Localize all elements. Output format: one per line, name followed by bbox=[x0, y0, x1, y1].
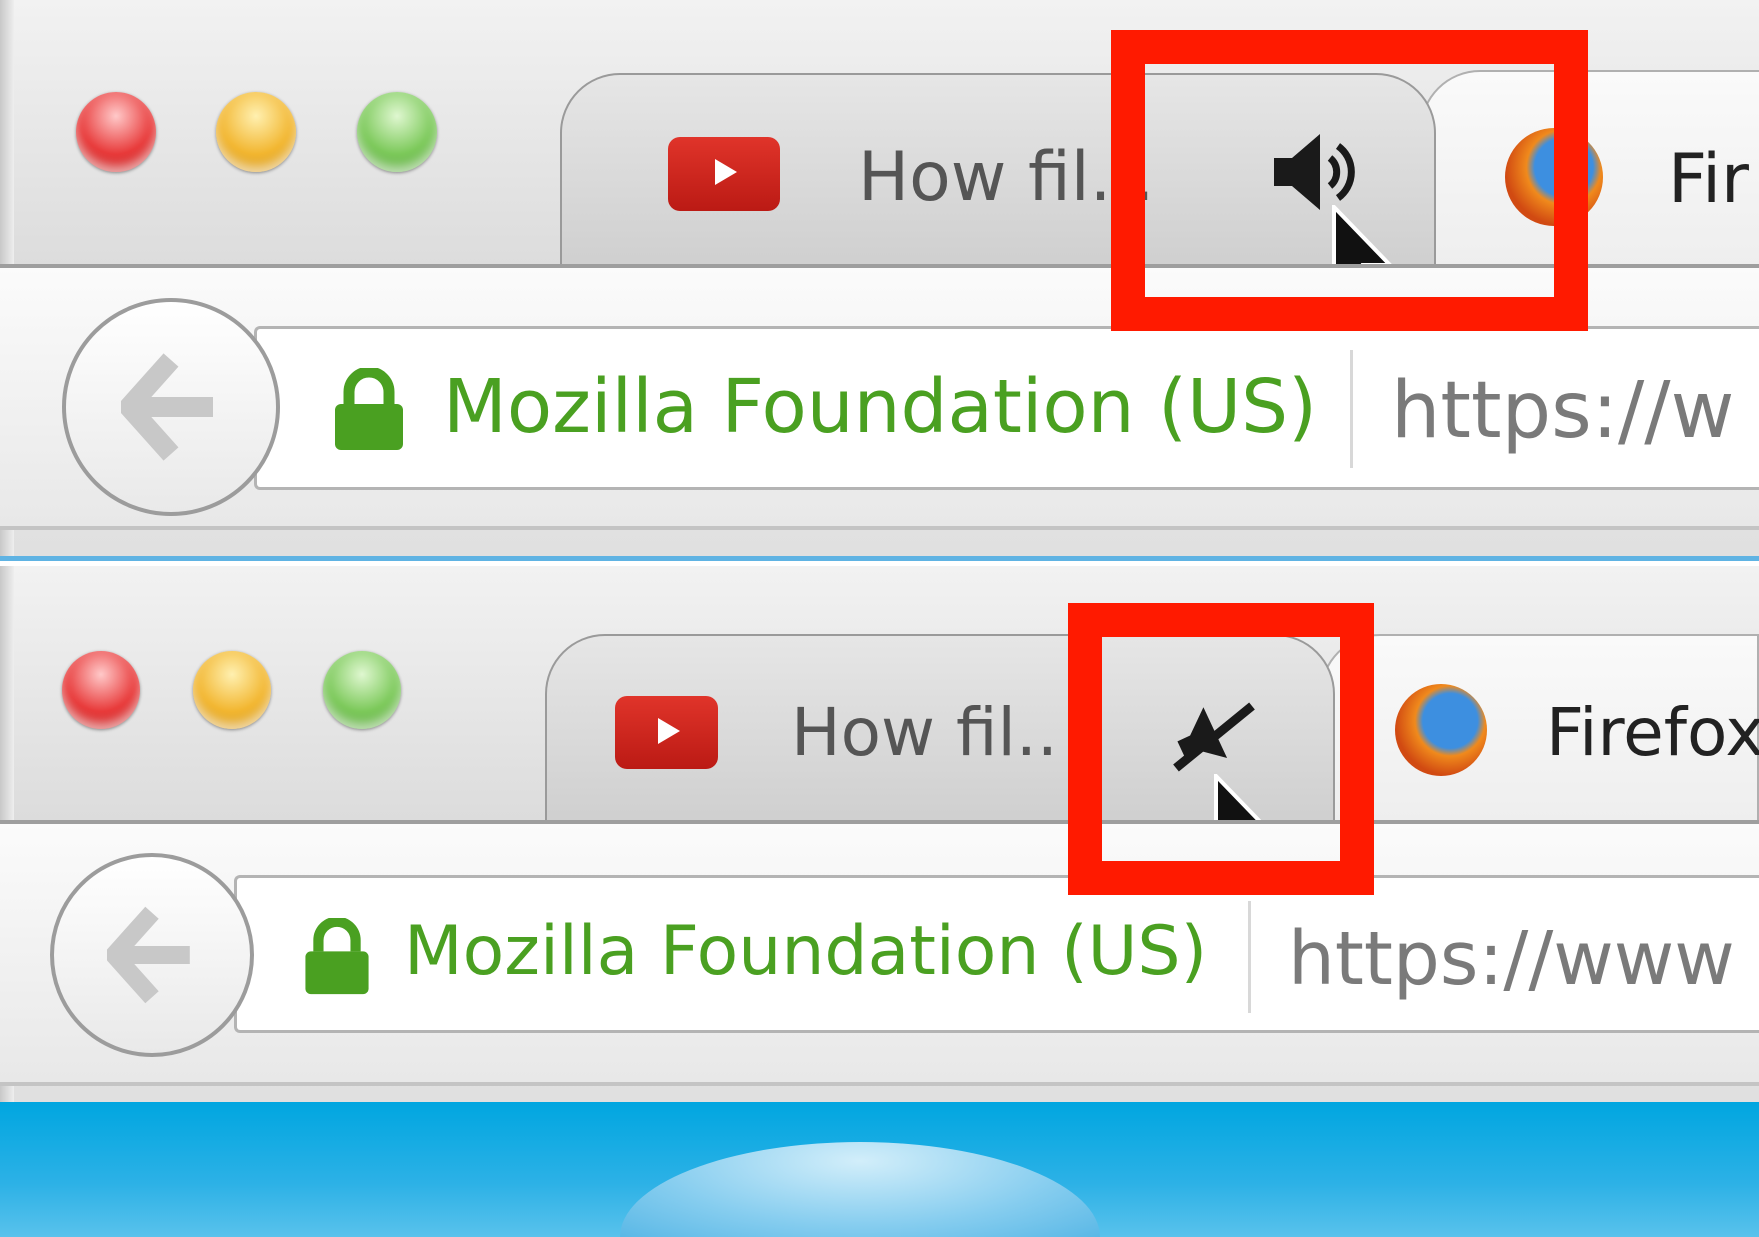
minimize-window-button[interactable] bbox=[193, 651, 271, 729]
youtube-icon bbox=[615, 696, 718, 769]
back-arrow-icon bbox=[107, 906, 190, 1004]
urlbar-divider bbox=[1248, 901, 1251, 1013]
firefox-logo-icon bbox=[1395, 684, 1487, 776]
close-window-button[interactable] bbox=[76, 92, 156, 172]
browser-window-muted: Firefox How fil.. Mozilla Foundation (US… bbox=[0, 566, 1759, 1237]
browser-window-playing: Fir How fil... Mozilla Foundation (US) h… bbox=[0, 0, 1759, 558]
url-text[interactable]: https://www bbox=[1288, 916, 1735, 1002]
tab-youtube-title: How fil.. bbox=[791, 694, 1058, 771]
highlight-box bbox=[1068, 603, 1374, 895]
url-text[interactable]: https://w bbox=[1391, 366, 1734, 456]
urlbar-divider bbox=[1350, 350, 1353, 468]
youtube-icon bbox=[668, 137, 780, 211]
screenshot-comparison: Fir How fil... Mozilla Foundation (US) h… bbox=[0, 0, 1759, 1237]
hero-bubble-image bbox=[620, 1142, 1100, 1237]
tab-firefox-title: Fir bbox=[1668, 140, 1750, 219]
minimize-window-button[interactable] bbox=[216, 92, 296, 172]
site-identity-label[interactable]: Mozilla Foundation (US) bbox=[404, 912, 1207, 991]
lock-icon bbox=[305, 918, 369, 995]
lock-icon bbox=[335, 368, 403, 450]
back-button[interactable] bbox=[62, 298, 280, 516]
site-identity-label[interactable]: Mozilla Foundation (US) bbox=[443, 364, 1317, 450]
back-arrow-icon bbox=[121, 353, 213, 461]
page-content bbox=[0, 1102, 1759, 1237]
close-window-button[interactable] bbox=[62, 651, 140, 729]
tab-firefox-title: Firefox bbox=[1546, 694, 1759, 771]
back-button[interactable] bbox=[50, 853, 254, 1057]
zoom-window-button[interactable] bbox=[323, 651, 401, 729]
zoom-window-button[interactable] bbox=[357, 92, 437, 172]
panel-separator bbox=[0, 556, 1759, 564]
highlight-box bbox=[1111, 30, 1588, 331]
